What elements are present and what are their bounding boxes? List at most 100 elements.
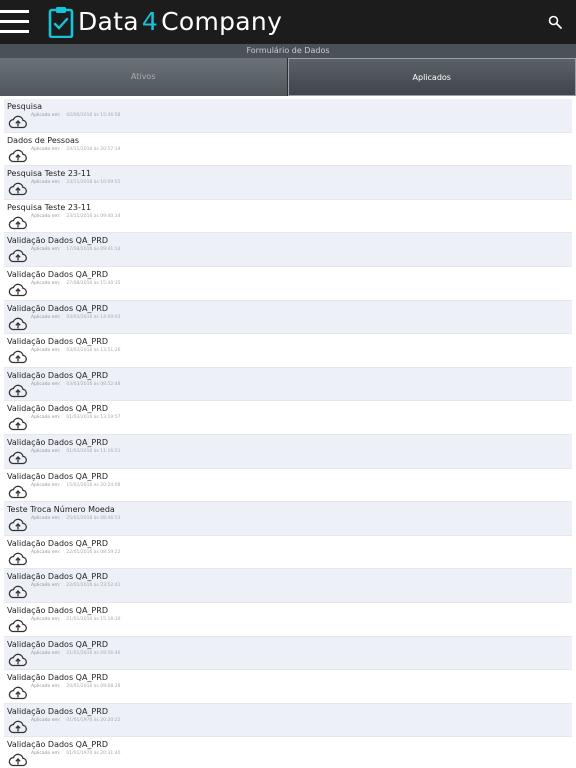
applied-timestamp: 21/01/2016 às 15:18:30 [66,616,121,622]
cloud-upload-icon[interactable] [8,349,28,364]
list-item-applied-date: Aplicado em: 20/01/2016 às 09:08:28 [31,684,121,689]
list-item[interactable]: Validação Dados QA_PRD Aplicado em: 21/01/… [4,602,572,637]
cloud-upload-icon[interactable] [8,618,28,633]
list-item[interactable]: Validação Dados QA_PRD Aplicado em: 20/01/… [4,670,572,704]
cloud-upload-icon[interactable] [8,215,28,230]
list-item-applied-date: Aplicado em: 27/08/2016 às 15:40:35 [31,281,121,286]
cloud-upload-icon[interactable] [8,719,28,734]
applied-label: Aplicado em: [31,213,61,219]
applied-label: Aplicado em: [31,113,61,118]
cloud-upload-icon[interactable] [8,383,28,398]
list-item-title: Pesquisa Teste 23-11 [7,202,92,212]
cloud-upload-icon[interactable] [8,316,28,331]
list-item-title: Validação Dados QA_PRD [7,269,108,279]
cloud-upload-icon[interactable] [8,282,28,297]
applied-label: Aplicado em: [31,751,61,757]
brand-name: Data 4 Company [78,5,282,39]
cloud-upload-icon[interactable] [8,584,28,599]
cloud-upload-icon[interactable] [8,752,28,767]
list-item-title: Validação Dados QA_PRD [7,605,108,615]
search-icon[interactable] [548,15,562,29]
applied-timestamp: 17/08/2016 às 09:41:14 [66,247,121,253]
applied-timestamp: 27/08/2016 às 15:40:35 [66,280,121,286]
list-item-title: Validação Dados QA_PRD [7,437,108,447]
cloud-upload-icon[interactable] [8,685,28,700]
applied-label: Aplicado em: [31,280,61,286]
list-item[interactable]: Validação Dados QA_PRD Aplicado em: 22/01/… [4,569,572,603]
list-item[interactable]: Validação Dados QA_PRD Aplicado em: 03/03/… [4,367,572,402]
list-item-title: Validação Dados QA_PRD [7,404,108,414]
tab-aplicados[interactable]: Aplicados [287,58,576,96]
list-item-title: Dados de Pessoas [7,135,80,145]
list-item-applied-date: Aplicado em: 03/03/2016 às 08:52:48 [31,382,121,387]
list-item-applied-date: Aplicado em: 03/03/2016 às 14:09:03 [31,315,121,320]
list-item-applied-date: Aplicado em: 17/08/2016 às 09:41:14 [31,247,121,252]
top-bar: Data 4 Company [0,0,576,44]
applied-timestamp: 24/11/2016 às 20:57:34 [66,146,121,152]
list-item-title: Validação Dados QA_PRD [7,572,108,582]
list-item-applied-date: Aplicado em: 23/11/2016 às 10:09:55 [31,180,121,185]
list-item[interactable]: Validação Dados QA_PRD Aplicado em: 01/03/… [4,401,572,435]
list-item[interactable]: Validação Dados QA_PRD Aplicado em: 01/01/… [4,703,572,738]
cloud-upload-icon[interactable] [8,450,28,465]
list-item-title: Validação Dados QA_PRD [7,639,108,649]
list-item-title: Validação Dados QA_PRD [7,706,108,716]
cloud-upload-icon[interactable] [8,181,28,196]
applied-timestamp: 21/01/2016 às 09:56:46 [66,650,121,656]
applied-label: Aplicado em: [31,650,61,656]
cloud-upload-icon[interactable] [8,416,28,431]
list-item-title: Pesquisa Teste 23-11 [7,169,92,179]
applied-label: Aplicado em: [31,684,61,690]
cloud-upload-icon[interactable] [8,517,28,532]
list-item[interactable]: Validação Dados QA_PRD Aplicado em: 17/08/… [4,233,572,267]
applied-label: Aplicado em: [31,381,61,387]
cloud-upload-icon[interactable] [8,551,28,566]
applied-timestamp: 22/01/2016 às 23:52:41 [66,583,121,589]
cloud-upload-icon[interactable] [8,114,28,129]
list-item-title: Validação Dados QA_PRD [7,370,108,380]
list-item[interactable]: Validação Dados QA_PRD Aplicado em: 01/01/… [4,737,572,768]
list-item-applied-date: Aplicado em: 15/02/2016 às 20:24:08 [31,483,121,488]
list-item-title: Pesquisa [7,102,43,111]
list-item[interactable]: Validação Dados QA_PRD Aplicado em: 15/02/… [4,468,572,503]
cloud-upload-icon[interactable] [8,652,28,667]
list-item-applied-date: Aplicado em: 22/01/2016 às 23:52:41 [31,583,121,588]
applied-label: Aplicado em: [31,415,61,421]
applied-timestamp: 03/03/2016 às 13:51:26 [66,348,121,354]
list-item[interactable]: Pesquisa Teste 23-11 Aplicado em: 23/11/20… [4,199,572,234]
clipboard-logo-icon [48,7,74,38]
cloud-upload-icon[interactable] [8,484,28,499]
applied-label: Aplicado em: [31,516,61,522]
applied-label: Aplicado em: [31,180,61,186]
list-item[interactable]: Validação Dados QA_PRD Aplicado em: 01/03/… [4,434,572,469]
applied-label: Aplicado em: [31,616,61,622]
list-item[interactable]: Validação Dados QA_PRD Aplicado em: 27/08/… [4,266,572,301]
list-item-applied-date: Aplicado em: 22/01/2016 às 08:59:22 [31,550,121,555]
applied-label: Aplicado em: [31,549,61,555]
list-item-title: Validação Dados QA_PRD [7,538,108,548]
applied-forms-list: Pesquisa Aplicado em: 02/06/2016 às 15:46:… [4,99,572,768]
list-item[interactable]: Validação Dados QA_PRD Aplicado em: 21/01/… [4,636,572,671]
cloud-upload-icon[interactable] [8,248,28,263]
applied-timestamp: 01/03/2016 às 11:16:51 [66,448,121,454]
hamburger-menu-icon[interactable] [0,9,30,35]
applied-timestamp: 03/03/2016 às 08:52:48 [66,381,121,387]
brand-number: 4 [141,7,159,36]
applied-timestamp: 25/01/2016 às 08:46:53 [66,516,121,522]
list-item[interactable]: Teste Troca Número Moeda Aplicado em: 25/0… [4,502,572,536]
list-item-applied-date: Aplicado em: 02/06/2016 às 15:46:58 [31,113,121,118]
list-item-applied-date: Aplicado em: 21/01/2016 às 15:18:30 [31,617,121,622]
list-item-applied-date: Aplicado em: 03/03/2016 às 13:51:26 [31,348,121,353]
cloud-upload-icon[interactable] [8,148,28,163]
list-item[interactable]: Validação Dados QA_PRD Aplicado em: 22/01/… [4,535,572,570]
list-item[interactable]: Validação Dados QA_PRD Aplicado em: 03/03/… [4,334,572,368]
list-item[interactable]: Dados de Pessoas Aplicado em: 24/11/2016 à… [4,132,572,167]
list-item[interactable]: Pesquisa Aplicado em: 02/06/2016 às 15:46:… [4,99,572,133]
list-item-title: Validação Dados QA_PRD [7,471,108,481]
list-item[interactable]: Pesquisa Teste 23-11 Aplicado em: 23/11/20… [4,166,572,200]
list-item[interactable]: Validação Dados QA_PRD Aplicado em: 03/03/… [4,300,572,335]
applied-timestamp: 03/03/2016 às 14:09:03 [66,314,121,320]
list-item-applied-date: Aplicado em: 01/03/2016 às 13:19:57 [31,415,121,420]
applied-label: Aplicado em: [31,247,61,253]
tab-ativos[interactable]: Ativos [0,58,288,96]
